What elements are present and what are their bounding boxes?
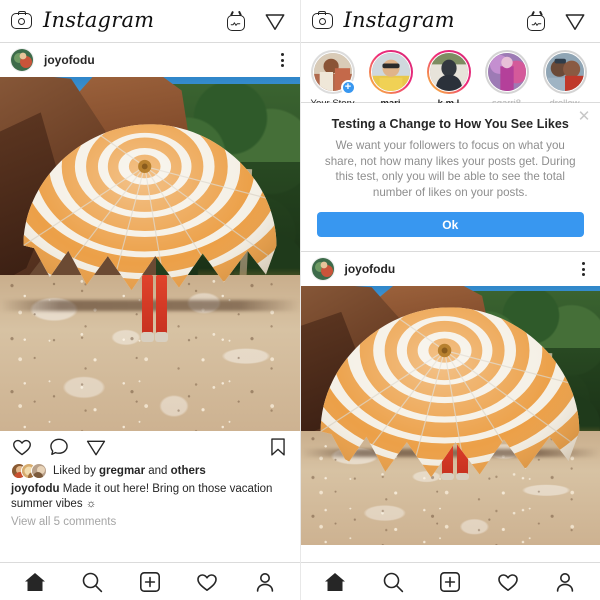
story-avatar-image xyxy=(487,53,526,91)
brand-lockup: Instagram xyxy=(311,7,455,32)
avatar-image xyxy=(311,258,334,280)
liked-by-text: Liked by gregmar and others xyxy=(53,464,206,478)
post-header-right: joyofodu xyxy=(300,252,600,286)
direct-message-icon[interactable] xyxy=(264,10,286,32)
activity-heart-icon[interactable] xyxy=(496,570,520,594)
camera-icon[interactable] xyxy=(311,11,335,31)
profile-icon[interactable] xyxy=(553,570,577,594)
igtv-icon[interactable] xyxy=(526,10,547,32)
add-story-badge[interactable]: + xyxy=(340,80,356,95)
instagram-wordmark: Instagram xyxy=(43,7,155,32)
direct-message-icon[interactable] xyxy=(564,10,586,32)
brand-lockup: Instagram xyxy=(11,7,155,32)
instagram-wordmark: Instagram xyxy=(343,7,455,32)
ok-button[interactable]: Ok xyxy=(316,212,584,237)
search-icon[interactable] xyxy=(381,570,405,594)
story-avatar-image xyxy=(545,53,584,91)
story-item-your-story[interactable]: + Your Story xyxy=(304,50,362,109)
umbrella-canopy xyxy=(23,124,277,291)
bookmark-icon[interactable] xyxy=(267,436,289,458)
story-avatar-image xyxy=(429,53,468,91)
app-header-actions-right xyxy=(526,10,589,32)
left-phone-panel: Instagram joyofodu Liked by gregmar and … xyxy=(0,0,301,600)
story-item-sgarri8[interactable]: sgarri8 xyxy=(478,50,536,109)
avatar-image xyxy=(11,49,33,71)
umbrella-canopy xyxy=(320,306,580,477)
stories-tray: + Your Story mari xyxy=(300,43,600,109)
story-item-mari[interactable]: mari xyxy=(362,50,420,109)
add-post-icon[interactable] xyxy=(438,570,462,594)
more-options-icon[interactable] xyxy=(276,52,290,68)
caption-block-left: Liked by gregmar and others joyofodu Mad… xyxy=(0,463,300,534)
home-icon[interactable] xyxy=(23,570,47,594)
striped-umbrella xyxy=(315,302,585,483)
right-phone-panel: Instagram + ✕ Testing a Change to How Yo… xyxy=(300,0,600,600)
comment-icon[interactable] xyxy=(48,436,70,458)
story-avatar xyxy=(486,52,527,92)
story-ring: + xyxy=(310,50,356,95)
liked-by-facepile xyxy=(11,463,47,479)
view-all-comments-link[interactable]: View all 5 comments xyxy=(11,514,289,530)
story-avatar xyxy=(544,52,585,92)
story-ring xyxy=(368,50,413,94)
post-username[interactable]: joyofodu xyxy=(44,53,276,67)
post-caption: joyofodu Made it out here! Bring on thos… xyxy=(11,482,289,512)
story-ring xyxy=(542,50,587,94)
post-actions-row-left xyxy=(0,431,300,463)
story-ring xyxy=(426,50,471,94)
app-header-right: Instagram xyxy=(300,0,600,43)
caption-username[interactable]: joyofodu xyxy=(11,483,60,495)
avatar[interactable] xyxy=(310,257,335,281)
post-username[interactable]: joyofodu xyxy=(345,262,577,276)
profile-icon[interactable] xyxy=(253,570,277,594)
photo-scene xyxy=(300,286,600,545)
avatar[interactable] xyxy=(10,48,34,72)
striped-umbrella xyxy=(18,119,282,346)
story-item-drellew[interactable]: drellew xyxy=(536,50,594,109)
liked-by-others[interactable]: others xyxy=(171,465,206,477)
liked-by-middle: and xyxy=(145,465,171,477)
dialog-title: Testing a Change to How You See Likes xyxy=(331,117,569,131)
home-icon[interactable] xyxy=(323,570,347,594)
camera-icon[interactable] xyxy=(11,11,34,31)
share-icon[interactable] xyxy=(85,436,107,458)
story-avatar xyxy=(370,52,411,92)
app-header-actions-left xyxy=(226,10,289,32)
post-photo-left[interactable] xyxy=(0,77,300,431)
post-photo-right[interactable] xyxy=(300,286,600,545)
likes-test-dialog: ✕ Testing a Change to How You See Likes … xyxy=(300,103,600,252)
close-icon[interactable]: ✕ xyxy=(576,109,592,125)
liked-by-prefix: Liked by xyxy=(53,465,100,477)
bottom-nav-left xyxy=(0,562,300,600)
photo-scene xyxy=(0,77,300,431)
dialog-body: We want your followers to focus on what … xyxy=(324,139,576,199)
facepile-avatar-image xyxy=(32,464,46,478)
save-slot xyxy=(267,436,289,458)
app-header-left: Instagram xyxy=(0,0,300,43)
heart-icon[interactable] xyxy=(11,436,33,458)
screenshot-root: Instagram joyofodu Liked by gregmar and … xyxy=(0,0,600,600)
liked-by-username[interactable]: gregmar xyxy=(99,465,145,477)
post-header-left: joyofodu xyxy=(0,43,300,77)
liked-by-row[interactable]: Liked by gregmar and others xyxy=(11,463,289,479)
igtv-icon[interactable] xyxy=(226,10,247,32)
igtv-wave-glyph xyxy=(230,21,241,26)
more-options-icon[interactable] xyxy=(576,261,590,277)
story-avatar xyxy=(428,52,469,92)
story-item-kml[interactable]: k.m.l xyxy=(420,50,478,109)
igtv-wave-glyph xyxy=(531,21,541,26)
bottom-nav-right xyxy=(300,562,600,600)
facepile-avatar xyxy=(31,463,47,479)
add-post-icon[interactable] xyxy=(138,570,162,594)
activity-heart-icon[interactable] xyxy=(195,570,219,594)
story-avatar-image xyxy=(371,53,410,91)
search-icon[interactable] xyxy=(80,570,104,594)
story-ring xyxy=(484,50,529,94)
